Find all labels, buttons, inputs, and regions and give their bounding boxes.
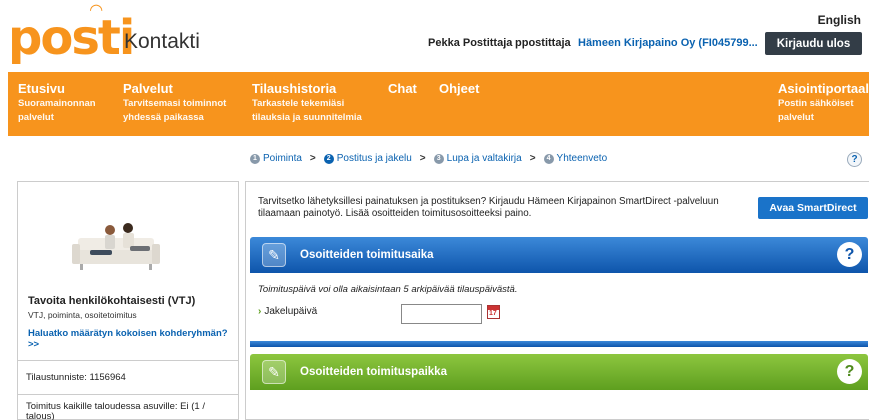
logo-text: posti [8, 10, 135, 66]
nav-item-chat[interactable]: Chat [388, 81, 417, 96]
nav-item-subtitle: Tarkastele tekemiäsi [252, 98, 345, 109]
nav-item-palvelut[interactable]: Palvelut Tarvitsemasi toiminnot yhdessä … [123, 81, 226, 125]
help-icon[interactable]: ? [837, 359, 862, 384]
header: posti ◠ Kontakti English Pekka Postittaj… [0, 0, 869, 72]
nav-item-subtitle: tilauksia ja suunnitelmia [252, 112, 362, 123]
promo-title: Tavoita henkilökohtaisesti (VTJ) [28, 295, 196, 307]
nav-item-subtitle: Postin sähköiset [778, 98, 854, 109]
nav-item-title: Tilaushistoria [252, 81, 337, 96]
delivery-place-section-header[interactable]: ✎ Osoitteiden toimituspaikka ? [250, 354, 868, 390]
order-sidebar: Tavoita henkilökohtaisesti (VTJ) VTJ, po… [17, 181, 239, 420]
nav-item-ohjeet[interactable]: Ohjeet [439, 81, 479, 96]
user-name: Pekka Postittaja [428, 37, 513, 49]
main-nav: Etusivu Suoramainonnan palvelut Palvelut… [8, 72, 869, 136]
step-label: Yhteenveto [556, 153, 608, 164]
step-poiminta[interactable]: 1 Poiminta [250, 153, 302, 164]
step-separator: > [529, 153, 536, 164]
calendar-icon-day: 17 [489, 310, 497, 317]
section-title: Osoitteiden toimitusaika [300, 249, 434, 261]
section-divider [250, 341, 868, 347]
nav-item-tilaushistoria[interactable]: Tilaushistoria Tarkastele tekemiäsi tila… [252, 81, 362, 125]
organization-link[interactable]: Hämeen Kirjapaino Oy (FI045799... [578, 37, 758, 49]
nav-item-title: Palvelut [123, 81, 173, 96]
step-label: Postitus ja jakelu [336, 153, 412, 164]
pencil-icon: ✎ [262, 243, 286, 267]
step-number: 4 [543, 153, 554, 164]
step-separator: > [309, 153, 316, 164]
nav-item-etusivu[interactable]: Etusivu Suoramainonnan palvelut [18, 81, 96, 125]
delivery-date-note: Toimituspäivä voi olla aikaisintaan 5 ar… [258, 284, 518, 295]
language-link[interactable]: English [818, 13, 861, 27]
nav-item-subtitle: Suoramainonnan [18, 98, 96, 109]
delivery-date-input[interactable] [401, 304, 482, 324]
delivery-date-label: › Jakelupäivä [258, 306, 317, 317]
smartdirect-info-text: Tarvitsetko lähetyksillesi painatuksen j… [258, 196, 719, 219]
target-group-link[interactable]: Haluatko määrätyn kokoisen kohderyhmän? … [28, 328, 228, 350]
chevron-right-icon: › [258, 306, 262, 317]
promo-subtitle: VTJ, poiminta, osoitetoimitus [28, 310, 137, 320]
delivery-form-panel: Tarvitsetko lähetyksillesi painatuksen j… [245, 181, 869, 420]
nav-item-title: Ohjeet [439, 81, 480, 96]
step-yhteenveto[interactable]: 4 Yhteenveto [543, 153, 608, 164]
open-smartdirect-button[interactable]: Avaa SmartDirect [758, 197, 868, 219]
section-title: Osoitteiden toimituspaikka [300, 366, 447, 378]
nav-item-asiointiportaali[interactable]: Asiointiportaali Postin sähköiset palvel… [778, 81, 869, 125]
step-number: 1 [250, 153, 260, 164]
nav-item-subtitle: Tarvitsemasi toiminnot [123, 98, 227, 109]
step-number: 3 [433, 153, 444, 164]
step-postitus[interactable]: 2 Postitus ja jakelu [323, 153, 412, 164]
pencil-icon: ✎ [262, 360, 286, 384]
couch-people-image [72, 223, 160, 270]
nav-item-title: Chat [388, 81, 417, 96]
wizard-steps: 1 Poiminta > 2 Postitus ja jakelu > 3 Lu… [250, 153, 607, 164]
delivery-time-section-header[interactable]: ✎ Osoitteiden toimitusaika ? [250, 237, 868, 273]
divider [18, 394, 238, 395]
post-horn-icon: ◠ [90, 2, 103, 19]
user-login: ppostittaja [515, 37, 571, 49]
calendar-icon[interactable]: 17 [487, 305, 500, 319]
step-number: 2 [323, 153, 334, 164]
nav-item-subtitle: yhdessä paikassa [123, 112, 204, 123]
nav-item-subtitle: palvelut [778, 112, 814, 123]
delivery-info: Toimitus kaikille taloudessa asuville: E… [26, 401, 205, 420]
logout-button[interactable]: Kirjaudu ulos [765, 32, 862, 55]
divider [18, 360, 238, 361]
help-icon[interactable]: ? [837, 242, 862, 267]
step-label: Lupa ja valtakirja [446, 153, 522, 164]
posti-logo[interactable]: posti [8, 10, 135, 66]
nav-item-title: Asiointiportaali [778, 81, 869, 96]
step-separator: > [419, 153, 426, 164]
nav-item-title: Etusivu [18, 81, 65, 96]
step-lupa[interactable]: 3 Lupa ja valtakirja [433, 153, 522, 164]
delivery-date-label-text: Jakelupäivä [264, 306, 318, 317]
order-id: Tilaustunniste: 1156964 [26, 372, 126, 383]
app-name: Kontakti [124, 30, 200, 53]
page-help-icon[interactable]: ? [847, 152, 862, 167]
step-label: Poiminta [263, 153, 302, 164]
nav-item-subtitle: palvelut [18, 112, 54, 123]
